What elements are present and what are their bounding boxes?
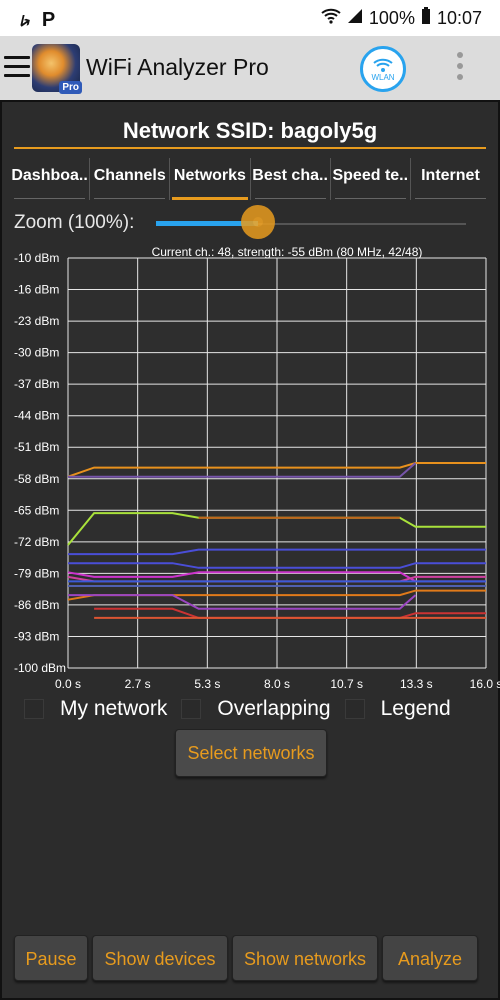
y-tick-label: -10 dBm xyxy=(14,251,59,265)
wifi-status-icon xyxy=(321,8,341,29)
y-tick-label: -23 dBm xyxy=(14,314,59,328)
tab-channels[interactable]: Channels xyxy=(90,158,171,200)
bottom-button-bar: Pause Show devices Show networks Analyze xyxy=(14,935,486,981)
clock: 10:07 xyxy=(436,8,482,28)
x-tick-label: 8.0 s xyxy=(264,677,290,691)
zoom-label: Zoom (100%): xyxy=(14,212,135,233)
pause-button[interactable]: Pause xyxy=(14,935,88,981)
x-tick-label: 2.7 s xyxy=(125,677,151,691)
tab-internet[interactable]: Internet xyxy=(411,158,490,200)
legend-checkbox[interactable] xyxy=(344,699,365,719)
wifi-icon xyxy=(373,58,393,72)
ssid-divider xyxy=(14,147,486,149)
status-right: 100% 10:07 xyxy=(321,7,482,30)
overlapping-checkbox[interactable] xyxy=(181,699,202,719)
my-network-label: My network xyxy=(60,697,168,720)
y-tick-label: -30 dBm xyxy=(14,346,59,360)
overflow-menu-icon[interactable] xyxy=(452,52,468,86)
status-bar: ⭟ P 100% 10:07 xyxy=(0,0,500,36)
chart-title: Current ch.: 48, strength: -55 dBm (80 M… xyxy=(152,245,423,259)
y-tick-label: -72 dBm xyxy=(14,535,59,549)
overlapping-option[interactable]: Overlapping xyxy=(181,694,331,724)
y-tick-label: -86 dBm xyxy=(14,598,59,612)
app-title: WiFi Analyzer Pro xyxy=(86,54,269,80)
app-logo: Pro xyxy=(32,44,82,94)
battery-icon xyxy=(421,7,431,30)
y-tick-label: -93 dBm xyxy=(14,629,59,643)
x-tick-label: 10.7 s xyxy=(330,677,363,691)
tab-best-channel[interactable]: Best cha.. xyxy=(251,158,331,200)
tab-speed-test[interactable]: Speed te.. xyxy=(331,158,411,200)
wlan-label: WLAN xyxy=(371,72,395,82)
my-network-option[interactable]: My network xyxy=(24,694,167,724)
x-tick-label: 5.3 s xyxy=(194,677,220,691)
hamburger-menu-icon[interactable] xyxy=(4,56,30,78)
parking-icon: P xyxy=(41,9,56,31)
signal-icon xyxy=(347,8,363,29)
y-tick-label: -16 dBm xyxy=(14,283,59,297)
y-tick-label: -37 dBm xyxy=(14,377,59,391)
app-bar: Pro WiFi Analyzer Pro WLAN xyxy=(0,36,500,100)
x-tick-label: 16.0 s xyxy=(470,677,500,691)
select-networks-button[interactable]: Select networks xyxy=(175,729,327,777)
y-tick-label: -58 dBm xyxy=(14,472,59,486)
legend-label: Legend xyxy=(380,697,451,720)
tab-bar: Dashboa.. Channels Networks Best cha.. S… xyxy=(10,158,490,200)
x-tick-label: 13.3 s xyxy=(400,677,433,691)
y-tick-label: -44 dBm xyxy=(14,409,59,423)
y-tick-label: -100 dBm xyxy=(14,661,66,675)
y-tick-label: -51 dBm xyxy=(14,440,59,454)
x-tick-label: 0.0 s xyxy=(55,677,81,691)
tab-networks[interactable]: Networks xyxy=(170,158,251,200)
show-networks-button[interactable]: Show networks xyxy=(232,935,378,981)
chart-options: My network Overlapping Legend xyxy=(24,694,494,724)
status-left: ⭟ P xyxy=(20,7,55,32)
tab-dashboard[interactable]: Dashboa.. xyxy=(10,158,91,200)
wlan-button[interactable]: WLAN xyxy=(360,46,406,92)
signal-chart-svg: -10 dBm -16 dBm -23 dBm -30 dBm -37 dBm -44 d… xyxy=(14,245,500,691)
my-network-checkbox[interactable] xyxy=(24,699,44,719)
analyze-button[interactable]: Analyze xyxy=(382,935,478,981)
y-tick-label: -79 dBm xyxy=(14,566,59,580)
battery-percent: 100% xyxy=(368,8,415,28)
network-ssid: Network SSID: bagoly5g xyxy=(122,118,378,143)
show-devices-button[interactable]: Show devices xyxy=(92,935,228,981)
y-tick-label: -65 dBm xyxy=(14,503,59,517)
legend-option[interactable]: Legend xyxy=(344,694,451,724)
usb-icon: ⭟ xyxy=(20,9,31,31)
signal-chart: -10 dBm -16 dBm -23 dBm -30 dBm -37 dBm -44 d… xyxy=(0,240,500,696)
pro-badge: Pro xyxy=(59,81,82,94)
overlapping-label: Overlapping xyxy=(217,697,331,720)
